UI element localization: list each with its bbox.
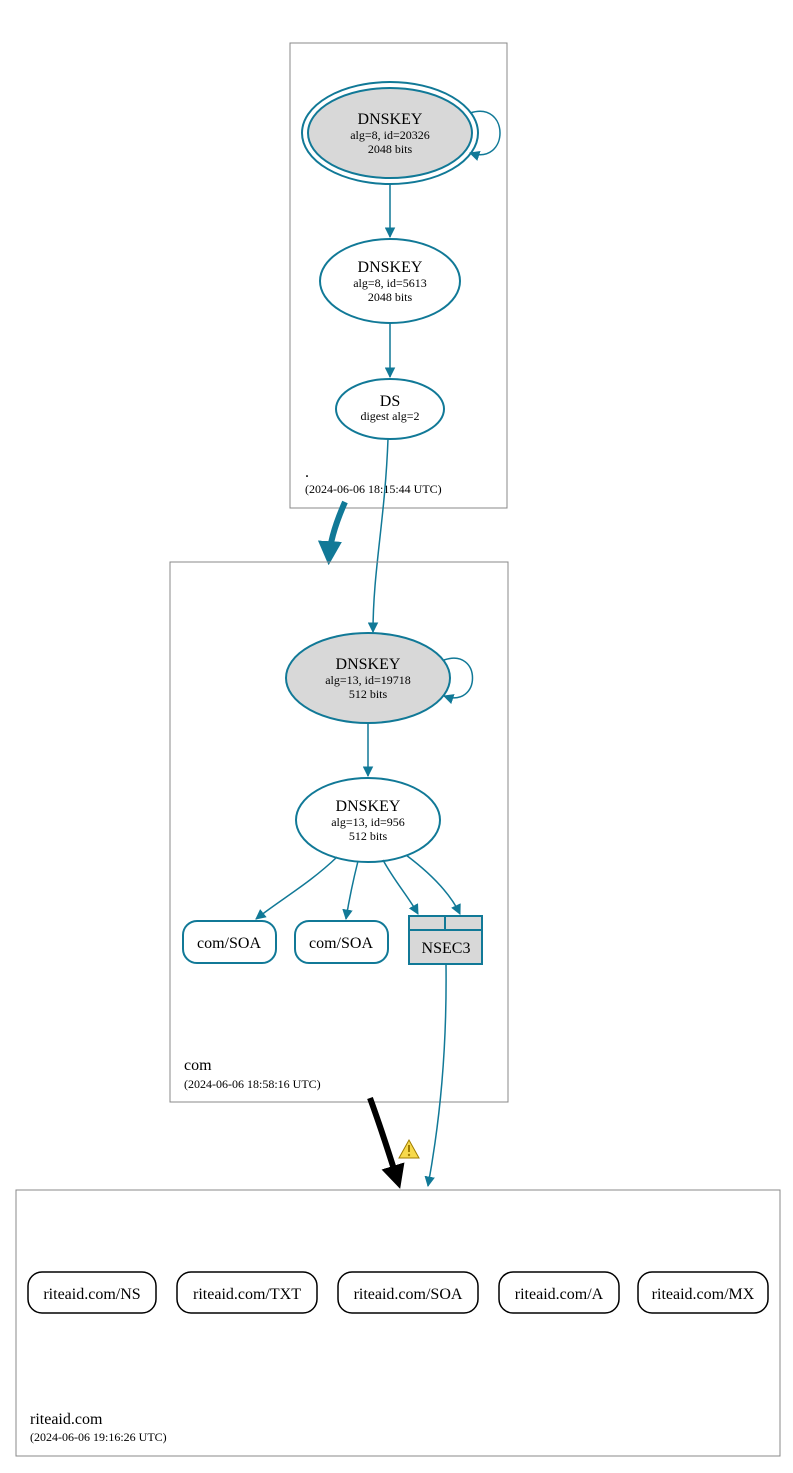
svg-text:com/SOA: com/SOA bbox=[309, 935, 373, 952]
node-riteaid-txt: riteaid.com/TXT bbox=[177, 1272, 317, 1313]
node-com-soa-1: com/SOA bbox=[183, 921, 276, 963]
svg-text:alg=13, id=956: alg=13, id=956 bbox=[331, 815, 405, 829]
node-root-ds: DS digest alg=2 bbox=[336, 379, 444, 439]
svg-text:com/SOA: com/SOA bbox=[197, 935, 261, 952]
svg-text:digest alg=2: digest alg=2 bbox=[360, 409, 419, 423]
svg-text:DNSKEY: DNSKEY bbox=[336, 798, 401, 815]
edge-ds-comksk bbox=[373, 439, 388, 632]
zone-box-riteaid bbox=[16, 1190, 780, 1456]
svg-text:512 bits: 512 bits bbox=[349, 829, 388, 843]
node-root-zsk: DNSKEY alg=8, id=5613 2048 bits bbox=[320, 239, 460, 323]
svg-text:riteaid.com/TXT: riteaid.com/TXT bbox=[193, 1286, 301, 1303]
node-riteaid-mx: riteaid.com/MX bbox=[638, 1272, 768, 1313]
svg-text:DNSKEY: DNSKEY bbox=[336, 656, 401, 673]
node-riteaid-a: riteaid.com/A bbox=[499, 1272, 619, 1313]
zone-label-riteaid: riteaid.com bbox=[30, 1411, 103, 1428]
svg-text:DNSKEY: DNSKEY bbox=[358, 259, 423, 276]
zone-timestamp-riteaid: (2024-06-06 19:16:26 UTC) bbox=[30, 1430, 167, 1444]
svg-text:alg=8, id=20326: alg=8, id=20326 bbox=[350, 128, 430, 142]
zone-timestamp-root: (2024-06-06 18:15:44 UTC) bbox=[305, 482, 442, 496]
edge-com-riteaid-zone bbox=[370, 1098, 398, 1182]
svg-text:DNSKEY: DNSKEY bbox=[358, 111, 423, 128]
node-riteaid-ns: riteaid.com/NS bbox=[28, 1272, 156, 1313]
edge-nsec3-riteaid bbox=[428, 964, 446, 1186]
edge-comzsk-nsec3b bbox=[406, 855, 460, 914]
svg-text:512 bits: 512 bits bbox=[349, 687, 388, 701]
zone-label-root: . bbox=[305, 464, 309, 481]
svg-text:2048 bits: 2048 bits bbox=[368, 142, 413, 156]
node-root-ksk: DNSKEY alg=8, id=20326 2048 bits bbox=[302, 82, 478, 184]
edge-comzsk-soa1 bbox=[256, 857, 337, 919]
edge-comzsk-nsec3a bbox=[383, 860, 418, 914]
edge-root-com-zone bbox=[329, 502, 345, 558]
zone-timestamp-com: (2024-06-06 18:58:16 UTC) bbox=[184, 1077, 321, 1091]
node-riteaid-soa: riteaid.com/SOA bbox=[338, 1272, 478, 1313]
edge-comzsk-soa2 bbox=[346, 861, 358, 919]
svg-text:NSEC3: NSEC3 bbox=[422, 940, 471, 957]
svg-text:riteaid.com/A: riteaid.com/A bbox=[515, 1286, 604, 1303]
svg-text:riteaid.com/NS: riteaid.com/NS bbox=[43, 1286, 140, 1303]
node-com-zsk: DNSKEY alg=13, id=956 512 bits bbox=[296, 778, 440, 862]
zone-label-com: com bbox=[184, 1057, 212, 1074]
node-com-nsec3: NSEC3 bbox=[409, 916, 482, 964]
svg-text:riteaid.com/MX: riteaid.com/MX bbox=[652, 1286, 755, 1303]
svg-text:riteaid.com/SOA: riteaid.com/SOA bbox=[354, 1286, 463, 1303]
svg-text:alg=8, id=5613: alg=8, id=5613 bbox=[353, 276, 427, 290]
svg-text:2048 bits: 2048 bits bbox=[368, 290, 413, 304]
svg-text:alg=13, id=19718: alg=13, id=19718 bbox=[325, 673, 411, 687]
node-com-ksk: DNSKEY alg=13, id=19718 512 bits bbox=[286, 633, 450, 723]
svg-text:DS: DS bbox=[380, 393, 400, 410]
dnssec-diagram: . (2024-06-06 18:15:44 UTC) DNSKEY alg=8… bbox=[0, 0, 793, 1473]
node-com-soa-2: com/SOA bbox=[295, 921, 388, 963]
warning-icon bbox=[399, 1140, 419, 1158]
